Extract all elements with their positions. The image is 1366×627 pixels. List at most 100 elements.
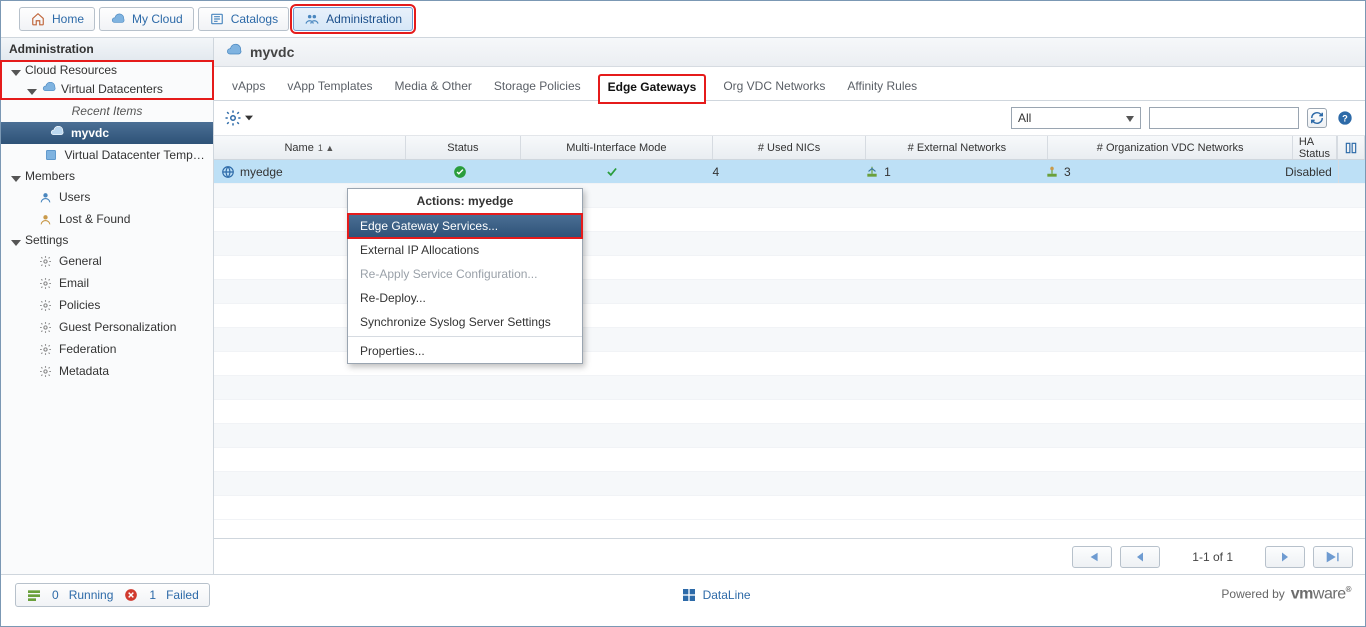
tab-media[interactable]: Media & Other <box>391 75 476 101</box>
error-icon <box>123 587 139 603</box>
running-count: 0 <box>52 588 59 602</box>
sidebar-guest[interactable]: Guest Personalization <box>1 316 213 338</box>
sidebar-guest-label: Guest Personalization <box>59 320 176 334</box>
col-orgnets[interactable]: # Organization VDC Networks <box>1048 136 1292 159</box>
filter-select[interactable]: All <box>1011 107 1141 129</box>
sidebar: Administration Cloud Resources Virtual D… <box>1 38 214 574</box>
nav-administration[interactable]: Administration <box>293 7 413 31</box>
tab-edge-gateways[interactable]: Edge Gateways <box>599 75 706 103</box>
help-button[interactable]: ? <box>1335 108 1355 128</box>
gear-icon <box>37 275 53 291</box>
tree-virtual-datacenters[interactable]: Virtual Datacenters <box>1 79 213 99</box>
sidebar-lostfound-label: Lost & Found <box>59 212 130 226</box>
col-extnets[interactable]: # External Networks <box>866 136 1048 159</box>
cell-ha: Disabled <box>1279 160 1338 183</box>
ctx-external-ip-allocations[interactable]: External IP Allocations <box>348 238 582 262</box>
sidebar-federation-label: Federation <box>59 342 116 356</box>
sidebar-general[interactable]: General <box>1 250 213 272</box>
vdc-icon <box>226 44 242 60</box>
recent-item-myvdc[interactable]: myvdc <box>1 122 213 144</box>
cell-status <box>403 160 517 183</box>
running-label: Running <box>69 588 114 602</box>
gear-icon <box>37 297 53 313</box>
org-name: DataLine <box>703 588 751 602</box>
tab-storage[interactable]: Storage Policies <box>490 75 585 101</box>
sidebar-users[interactable]: Users <box>1 186 213 208</box>
status-tasks[interactable]: 0 Running 1 Failed <box>15 583 210 607</box>
ctx-edge-gateway-services[interactable]: Edge Gateway Services... <box>348 214 582 238</box>
pager-text: 1-1 of 1 <box>1192 550 1233 564</box>
status-center: DataLine <box>210 587 1222 603</box>
tree-cloud-resources[interactable]: Cloud Resources <box>1 61 213 79</box>
filter-select-value: All <box>1018 111 1031 125</box>
page-title-bar: myvdc <box>214 38 1365 67</box>
actions-gear-button[interactable] <box>224 109 253 127</box>
nav-mycloud-label: My Cloud <box>132 12 183 26</box>
vmware-logo: vmware® <box>1291 585 1351 603</box>
col-status[interactable]: Status <box>406 136 521 159</box>
ctx-reapply-service-config: Re-Apply Service Configuration... <box>348 262 582 286</box>
refresh-button[interactable] <box>1307 108 1327 128</box>
gear-icon <box>37 319 53 335</box>
sidebar-header: Administration <box>1 38 213 61</box>
sidebar-email[interactable]: Email <box>1 272 213 294</box>
sidebar-federation[interactable]: Federation <box>1 338 213 360</box>
expand-icon[interactable] <box>11 235 21 245</box>
tab-templates[interactable]: vApp Templates <box>283 75 376 101</box>
cell-extnets: 1 <box>858 160 1038 183</box>
tree-settings[interactable]: Settings <box>1 230 213 250</box>
col-nics[interactable]: # Used NICs <box>713 136 867 159</box>
col-name[interactable]: Name 1 ▲ <box>214 136 406 159</box>
ctx-properties[interactable]: Properties... <box>348 339 582 363</box>
tab-vapps[interactable]: vApps <box>228 75 269 101</box>
sidebar-policies-label: Policies <box>59 298 100 312</box>
cell-mimode <box>517 160 706 183</box>
context-menu: Actions: myedge Edge Gateway Services...… <box>347 188 583 364</box>
ctx-redeploy[interactable]: Re-Deploy... <box>348 286 582 310</box>
tree-members-label: Members <box>25 169 75 183</box>
tab-affinity[interactable]: Affinity Rules <box>843 75 921 101</box>
user-icon <box>37 189 53 205</box>
cell-nics: 4 <box>706 160 858 183</box>
nav-home[interactable]: Home <box>19 7 95 31</box>
admin-icon <box>304 11 320 27</box>
tree-members[interactable]: Members <box>1 166 213 186</box>
sidebar-cloud-resources-box: Cloud Resources Virtual Datacenters <box>1 61 213 99</box>
pager: 1-1 of 1 <box>214 538 1365 574</box>
table-row <box>214 472 1365 496</box>
tasks-icon <box>26 587 42 603</box>
table-row <box>214 376 1365 400</box>
ctx-sync-syslog[interactable]: Synchronize Syslog Server Settings <box>348 310 582 334</box>
failed-count: 1 <box>149 588 156 602</box>
cloud-icon <box>110 11 126 27</box>
pager-first[interactable] <box>1072 546 1112 568</box>
expand-icon[interactable] <box>11 65 21 75</box>
pager-next[interactable] <box>1265 546 1305 568</box>
pager-prev[interactable] <box>1120 546 1160 568</box>
table-row <box>214 400 1365 424</box>
cell-name: myedge <box>214 160 403 183</box>
sidebar-users-label: Users <box>59 190 90 204</box>
expand-icon[interactable] <box>11 171 21 181</box>
expand-icon[interactable] <box>27 84 37 94</box>
nav-administration-label: Administration <box>326 12 402 26</box>
nav-catalogs[interactable]: Catalogs <box>198 7 289 31</box>
sidebar-metadata[interactable]: Metadata <box>1 360 213 382</box>
gear-icon <box>37 363 53 379</box>
col-ha[interactable]: HA Status <box>1293 136 1337 159</box>
tree-cloud-resources-label: Cloud Resources <box>25 63 117 77</box>
sidebar-policies[interactable]: Policies <box>1 294 213 316</box>
nav-mycloud[interactable]: My Cloud <box>99 7 194 31</box>
filter-input[interactable] <box>1149 107 1299 129</box>
sort-indicator: 1 ▲ <box>318 143 334 153</box>
col-settings[interactable] <box>1337 136 1365 159</box>
tab-org-networks[interactable]: Org VDC Networks <box>719 75 829 101</box>
sidebar-lostfound[interactable]: Lost & Found <box>1 208 213 230</box>
network-icon <box>864 164 880 180</box>
col-mimode[interactable]: Multi-Interface Mode <box>521 136 713 159</box>
sidebar-vdc-template[interactable]: Virtual Datacenter Template <box>1 144 213 166</box>
lostfound-icon <box>37 211 53 227</box>
table-row[interactable]: myedge 4 <box>214 160 1365 184</box>
pager-last[interactable] <box>1313 546 1353 568</box>
nav-home-label: Home <box>52 12 84 26</box>
